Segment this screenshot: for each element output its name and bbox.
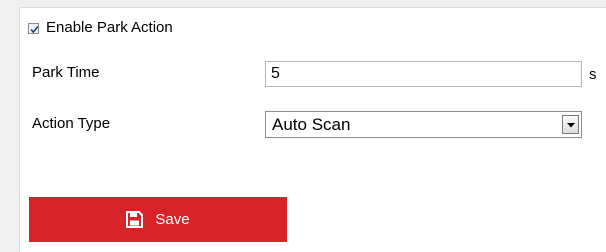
park-time-label: Park Time — [32, 64, 100, 81]
park-action-panel: Enable Park Action Park Time s Action Ty… — [19, 7, 606, 252]
action-type-selected-value: Auto Scan — [272, 115, 351, 134]
save-icon — [126, 211, 144, 228]
park-time-unit: s — [589, 66, 597, 83]
action-type-label: Action Type — [32, 115, 111, 132]
checkmark-icon — [30, 25, 39, 33]
enable-park-action-label[interactable]: Enable Park Action — [46, 18, 173, 38]
enable-park-action-checkbox[interactable] — [28, 22, 39, 34]
save-button[interactable]: Save — [29, 197, 287, 242]
dropdown-arrow-button[interactable] — [562, 115, 579, 134]
chevron-down-icon — [567, 123, 575, 128]
action-type-select[interactable]: Auto Scan — [265, 111, 582, 138]
save-button-label: Save — [155, 211, 190, 228]
park-time-input[interactable] — [265, 61, 582, 87]
enable-park-action-row: Enable Park Action — [28, 18, 173, 38]
